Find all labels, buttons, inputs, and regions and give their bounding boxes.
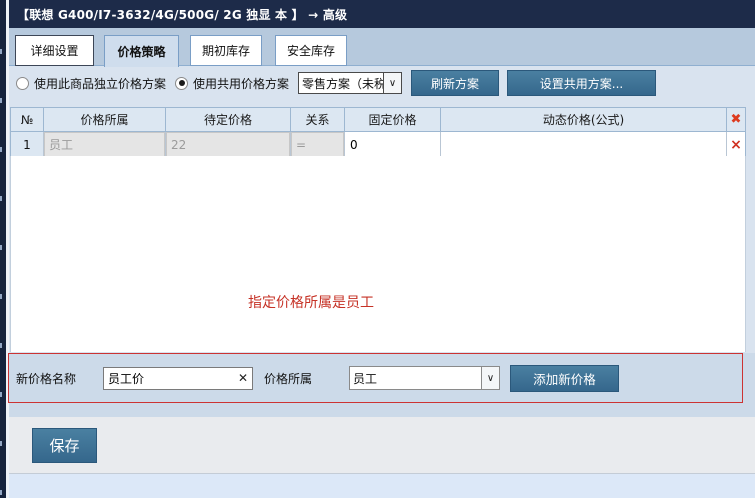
chevron-down-icon[interactable]: ∨ (481, 367, 499, 389)
col-header-pending-price: 待定价格 (166, 108, 291, 131)
tab-initial-inventory[interactable]: 期初库存 (190, 35, 262, 66)
edge-tick (0, 49, 2, 54)
radio-independent-label: 使用此商品独立价格方案 (34, 75, 166, 92)
price-table: № 价格所属 待定价格 关系 固定价格 动态价格(公式) ✖ 1 员工 22 =… (10, 107, 746, 158)
new-price-name-input[interactable] (104, 371, 234, 385)
col-header-owner: 价格所属 (44, 108, 166, 131)
table-row: 1 员工 22 = 0 × (11, 131, 745, 157)
refresh-plan-button[interactable]: 刷新方案 (411, 70, 499, 96)
col-header-fixed-price: 固定价格 (345, 108, 441, 131)
edge-tick (0, 441, 2, 446)
add-new-price-button[interactable]: 添加新价格 (510, 365, 619, 392)
plan-select[interactable]: 零售方案（未税） ∨ (298, 72, 402, 94)
owner-cell: 员工 (44, 132, 166, 157)
advanced-product-dialog: 【联想 G400/I7-3632/4G/500G/ 2G 独显 本 】 → 高级… (0, 0, 755, 498)
annotation-text: 指定价格所属是员工 (248, 292, 374, 312)
relation-cell: = (291, 132, 345, 157)
plan-select-value: 零售方案（未税） (299, 75, 383, 92)
footer-blue-band (9, 474, 755, 498)
dialog-titlebar: 【联想 G400/I7-3632/4G/500G/ 2G 独显 本 】 → 高级 (9, 0, 755, 28)
tab-price-strategy[interactable]: 价格策略 (104, 35, 179, 67)
edge-tick (0, 490, 2, 495)
edge-tick (0, 245, 2, 250)
price-owner-value: 员工 (350, 370, 481, 387)
new-price-name-label: 新价格名称 (16, 370, 103, 387)
tab-label: 安全库存 (287, 42, 335, 59)
edge-tick (0, 147, 2, 152)
delete-row-cell[interactable]: × (727, 132, 745, 157)
radio-independent-plan[interactable] (16, 77, 29, 90)
price-owner-select[interactable]: 员工 ∨ (349, 366, 500, 390)
col-header-dynamic-price: 动态价格(公式) (441, 108, 727, 131)
pending-price-cell: 22 (166, 132, 291, 157)
price-table-empty-area (10, 156, 746, 352)
new-price-form: 新价格名称 ✕ 价格所属 员工 ∨ 添加新价格 (16, 361, 619, 395)
row-number-cell: 1 (11, 132, 44, 157)
col-header-no: № (11, 108, 44, 131)
save-button[interactable]: 保存 (32, 428, 97, 463)
new-price-name-field[interactable]: ✕ (103, 367, 253, 390)
price-table-header: № 价格所属 待定价格 关系 固定价格 动态价格(公式) ✖ (11, 108, 745, 131)
price-plan-row: 使用此商品独立价格方案 使用共用价格方案 零售方案（未税） ∨ 刷新方案 设置共… (16, 68, 656, 98)
radio-shared-plan[interactable] (175, 77, 188, 90)
edge-tick (0, 98, 2, 103)
set-shared-plan-button[interactable]: 设置共用方案... (507, 70, 656, 96)
col-header-relation: 关系 (291, 108, 345, 131)
tab-safety-stock[interactable]: 安全库存 (275, 35, 347, 66)
fixed-price-cell[interactable]: 0 (345, 132, 441, 157)
tab-label: 期初库存 (202, 42, 250, 59)
delete-all-header-cell[interactable]: ✖ (727, 108, 745, 131)
dialog-title: 【联想 G400/I7-3632/4G/500G/ 2G 独显 本 】 → 高级 (17, 6, 347, 23)
edge-tick (0, 343, 2, 348)
price-owner-label: 价格所属 (264, 370, 349, 387)
tab-label: 详细设置 (30, 42, 78, 59)
footer-gray-band (9, 417, 755, 474)
chevron-down-icon[interactable]: ∨ (383, 73, 401, 93)
clear-icon[interactable]: ✕ (234, 371, 252, 385)
tab-detail-settings[interactable]: 详细设置 (15, 35, 94, 66)
dynamic-price-cell[interactable] (441, 132, 727, 157)
radio-shared-label: 使用共用价格方案 (193, 75, 289, 92)
edge-tick (0, 392, 2, 397)
delete-all-icon[interactable]: ✖ (731, 112, 742, 127)
delete-row-icon[interactable]: × (730, 138, 742, 152)
tab-label: 价格策略 (117, 43, 165, 60)
edge-tick (0, 196, 2, 201)
edge-tick (0, 294, 2, 299)
